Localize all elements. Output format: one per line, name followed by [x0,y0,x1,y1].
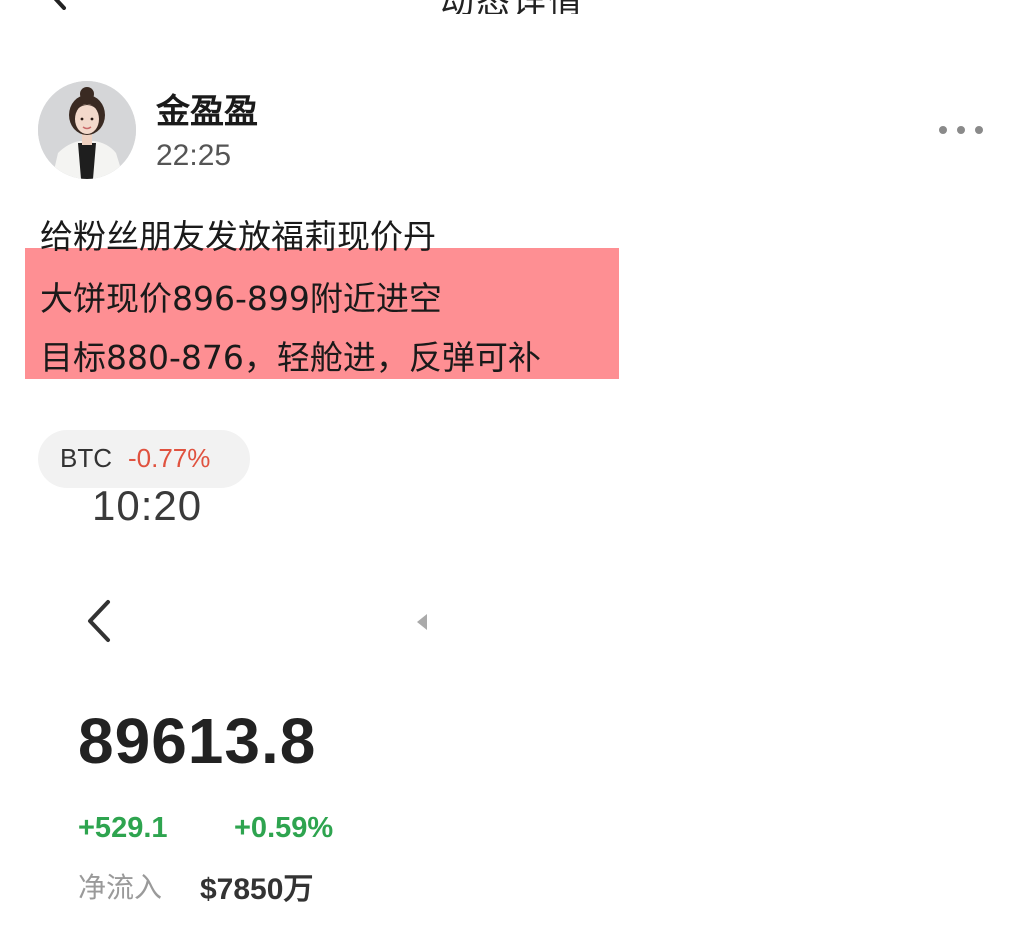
embedded-status-clock: 10:20 [92,480,232,524]
avatar[interactable] [38,81,136,179]
net-inflow-label: 净流入 [78,871,163,904]
post-text-line-2: 大饼现价896-899附近进空 [40,279,442,318]
post-text-line-1: 给粉丝朋友发放福莉现价丹 [40,217,436,256]
page-title: 动态详情 [440,0,584,14]
embedded-arrow [413,612,429,632]
author-name[interactable]: 金盈盈 [156,84,258,133]
embedded-back-button [84,598,114,644]
post-time: 22:25 [156,139,232,172]
post-text-line-3: 目标880-876，轻舱进，反弹可补 [40,338,541,377]
top-header: 动态详情 [0,0,1024,14]
net-inflow-value: $7850万 [200,873,314,906]
more-button[interactable] [934,118,988,142]
more-horizontal-icon [939,126,983,134]
price-change-absolute: +529.1 [78,812,168,844]
avatar-portrait [38,81,136,179]
back-button[interactable] [46,0,68,10]
chevron-left-icon [88,600,110,642]
coin-change: -0.77% [128,443,211,473]
price-change-percent: +0.59% [234,812,334,844]
coin-symbol: BTC [60,443,112,473]
clock-text: 10:20 [92,482,203,524]
price-value: 89613.8 [78,705,317,777]
chevron-left-icon [53,0,66,10]
caret-left-icon [417,614,427,630]
